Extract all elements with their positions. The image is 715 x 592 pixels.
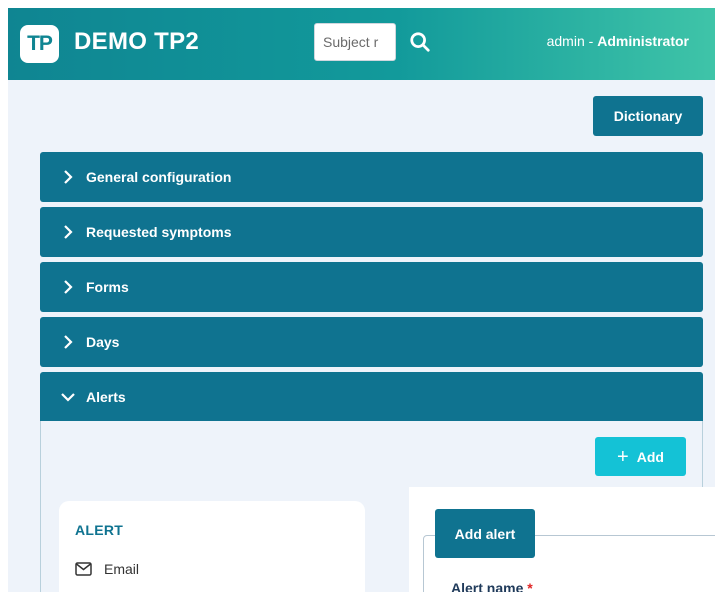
add-alert-tab[interactable]: Add alert (435, 509, 535, 558)
user-role: Administrator (597, 33, 689, 49)
accordion-requested-symptoms[interactable]: Requested symptoms (40, 207, 703, 257)
alert-type-label: Email (104, 561, 140, 577)
add-alert-panel: Add alert Alert name * (409, 487, 715, 592)
top-header: TP DEMO TP2 admin - Administrator (8, 8, 715, 80)
chevron-right-icon (60, 279, 76, 295)
add-alert-button[interactable]: + Add (595, 437, 686, 476)
chevron-right-icon (60, 334, 76, 350)
add-label: Add (636, 448, 664, 465)
accordion-label: Requested symptoms (86, 224, 232, 240)
accordion-general-configuration[interactable]: General configuration (40, 152, 703, 202)
plus-icon: + (617, 445, 629, 468)
user-name: admin (546, 33, 585, 49)
accordion-label: Forms (86, 279, 129, 295)
user-info[interactable]: admin - Administrator (547, 33, 689, 49)
chevron-right-icon (60, 224, 76, 240)
app-title: DEMO TP2 (74, 28, 200, 55)
accordion-label: Alerts (86, 389, 126, 405)
accordion-forms[interactable]: Forms (40, 262, 703, 312)
mail-icon (75, 562, 92, 576)
app-logo[interactable]: TP (20, 25, 59, 63)
alert-name-text: Alert name (451, 580, 524, 592)
required-mark: * (527, 580, 533, 592)
user-separator: - (584, 33, 598, 49)
chevron-right-icon (60, 169, 76, 185)
app-frame: TP DEMO TP2 admin - Administrator Dictio… (8, 8, 715, 592)
alert-name-label: Alert name * (451, 580, 533, 592)
alert-type-email[interactable]: Email (75, 561, 139, 577)
accordion-days[interactable]: Days (40, 317, 703, 367)
accordion-label: Days (86, 334, 120, 350)
subject-search-input[interactable] (314, 23, 396, 61)
chevron-down-icon (60, 389, 76, 405)
alert-card-title: ALERT (75, 522, 124, 538)
accordion-label: General configuration (86, 169, 232, 185)
accordion-alerts[interactable]: Alerts (40, 372, 703, 422)
alert-type-card: ALERT Email (59, 501, 365, 592)
search-button[interactable] (406, 28, 434, 56)
dictionary-button[interactable]: Dictionary (593, 96, 703, 136)
search-icon (410, 32, 430, 52)
config-accordion: General configuration Requested symptoms… (40, 152, 703, 422)
